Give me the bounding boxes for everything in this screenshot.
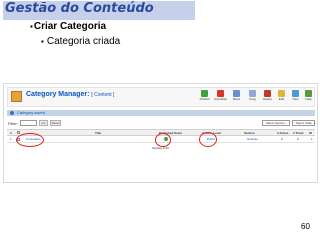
filter-input[interactable] (20, 120, 37, 126)
system-message: Category saved (7, 110, 315, 116)
toolbar-delete-button[interactable]: Delete (260, 90, 275, 105)
annotation-circle-access (199, 132, 217, 147)
display-count-footer[interactable]: Display # 20 (4, 146, 317, 150)
select-all-checkbox[interactable] (17, 131, 20, 134)
edit-icon (278, 90, 285, 97)
filter-go-button[interactable]: Go (39, 120, 48, 126)
row-number: 1 (10, 137, 12, 141)
toolbar-publish-button[interactable]: Publish (197, 90, 212, 105)
row-section-link[interactable]: Notícias (247, 136, 258, 143)
state-select[interactable]: - Select State - (292, 120, 315, 126)
toolbar-copy-button[interactable]: Copy (245, 90, 260, 105)
new-icon (292, 90, 299, 97)
publish-icon (201, 90, 208, 97)
bullet-criar-categoria: ▪Criar Categoria (30, 21, 106, 32)
slide-title: Gestão do Conteúdo (5, 1, 154, 16)
row-active-count: 0 (281, 137, 283, 141)
category-manager-header: Category Manager: [ Content ] Publish Un… (7, 87, 315, 107)
system-message-text: Category saved (17, 110, 46, 115)
unpublish-icon (217, 90, 224, 97)
toolbar-help-button[interactable]: Help (301, 90, 316, 105)
move-icon (233, 90, 240, 97)
page-title-context: [ Content ] (91, 92, 115, 98)
filter-reset-button[interactable]: Reset (50, 120, 61, 126)
annotation-circle-published (155, 133, 171, 147)
toolbar-unpublish-button[interactable]: Unpublish (213, 90, 228, 105)
toolbar-edit-button[interactable]: Edit (274, 90, 289, 105)
page-title-text: Category Manager: (26, 91, 90, 98)
bullet-square-icon: ▪ (41, 37, 44, 46)
page-number: 60 (301, 222, 310, 231)
bullet-square-icon: ▪ (30, 22, 33, 31)
section-select[interactable]: - Select Section - (262, 120, 290, 126)
help-icon (305, 90, 312, 97)
info-icon (10, 111, 14, 115)
bullet-text: Criar Categoria (33, 21, 107, 32)
bullet-text: Categoria criada (46, 36, 121, 47)
toolbar-move-button[interactable]: Move (229, 90, 244, 105)
copy-icon (249, 90, 256, 97)
page-title: Category Manager: [ Content ] (26, 91, 114, 98)
bullet-categoria-criada: ▪ Categoria criada (41, 36, 120, 47)
annotation-circle-title (16, 133, 44, 147)
row-trash-count: 0 (297, 137, 299, 141)
delete-icon (264, 90, 271, 97)
slide-title-bar: Gestão do Conteúdo (3, 1, 195, 20)
filter-label: Filter: (8, 121, 18, 126)
category-manager-icon (11, 91, 22, 102)
row-id: 1 (311, 137, 313, 141)
screenshot-category-manager: Category Manager: [ Content ] Publish Un… (3, 83, 318, 183)
